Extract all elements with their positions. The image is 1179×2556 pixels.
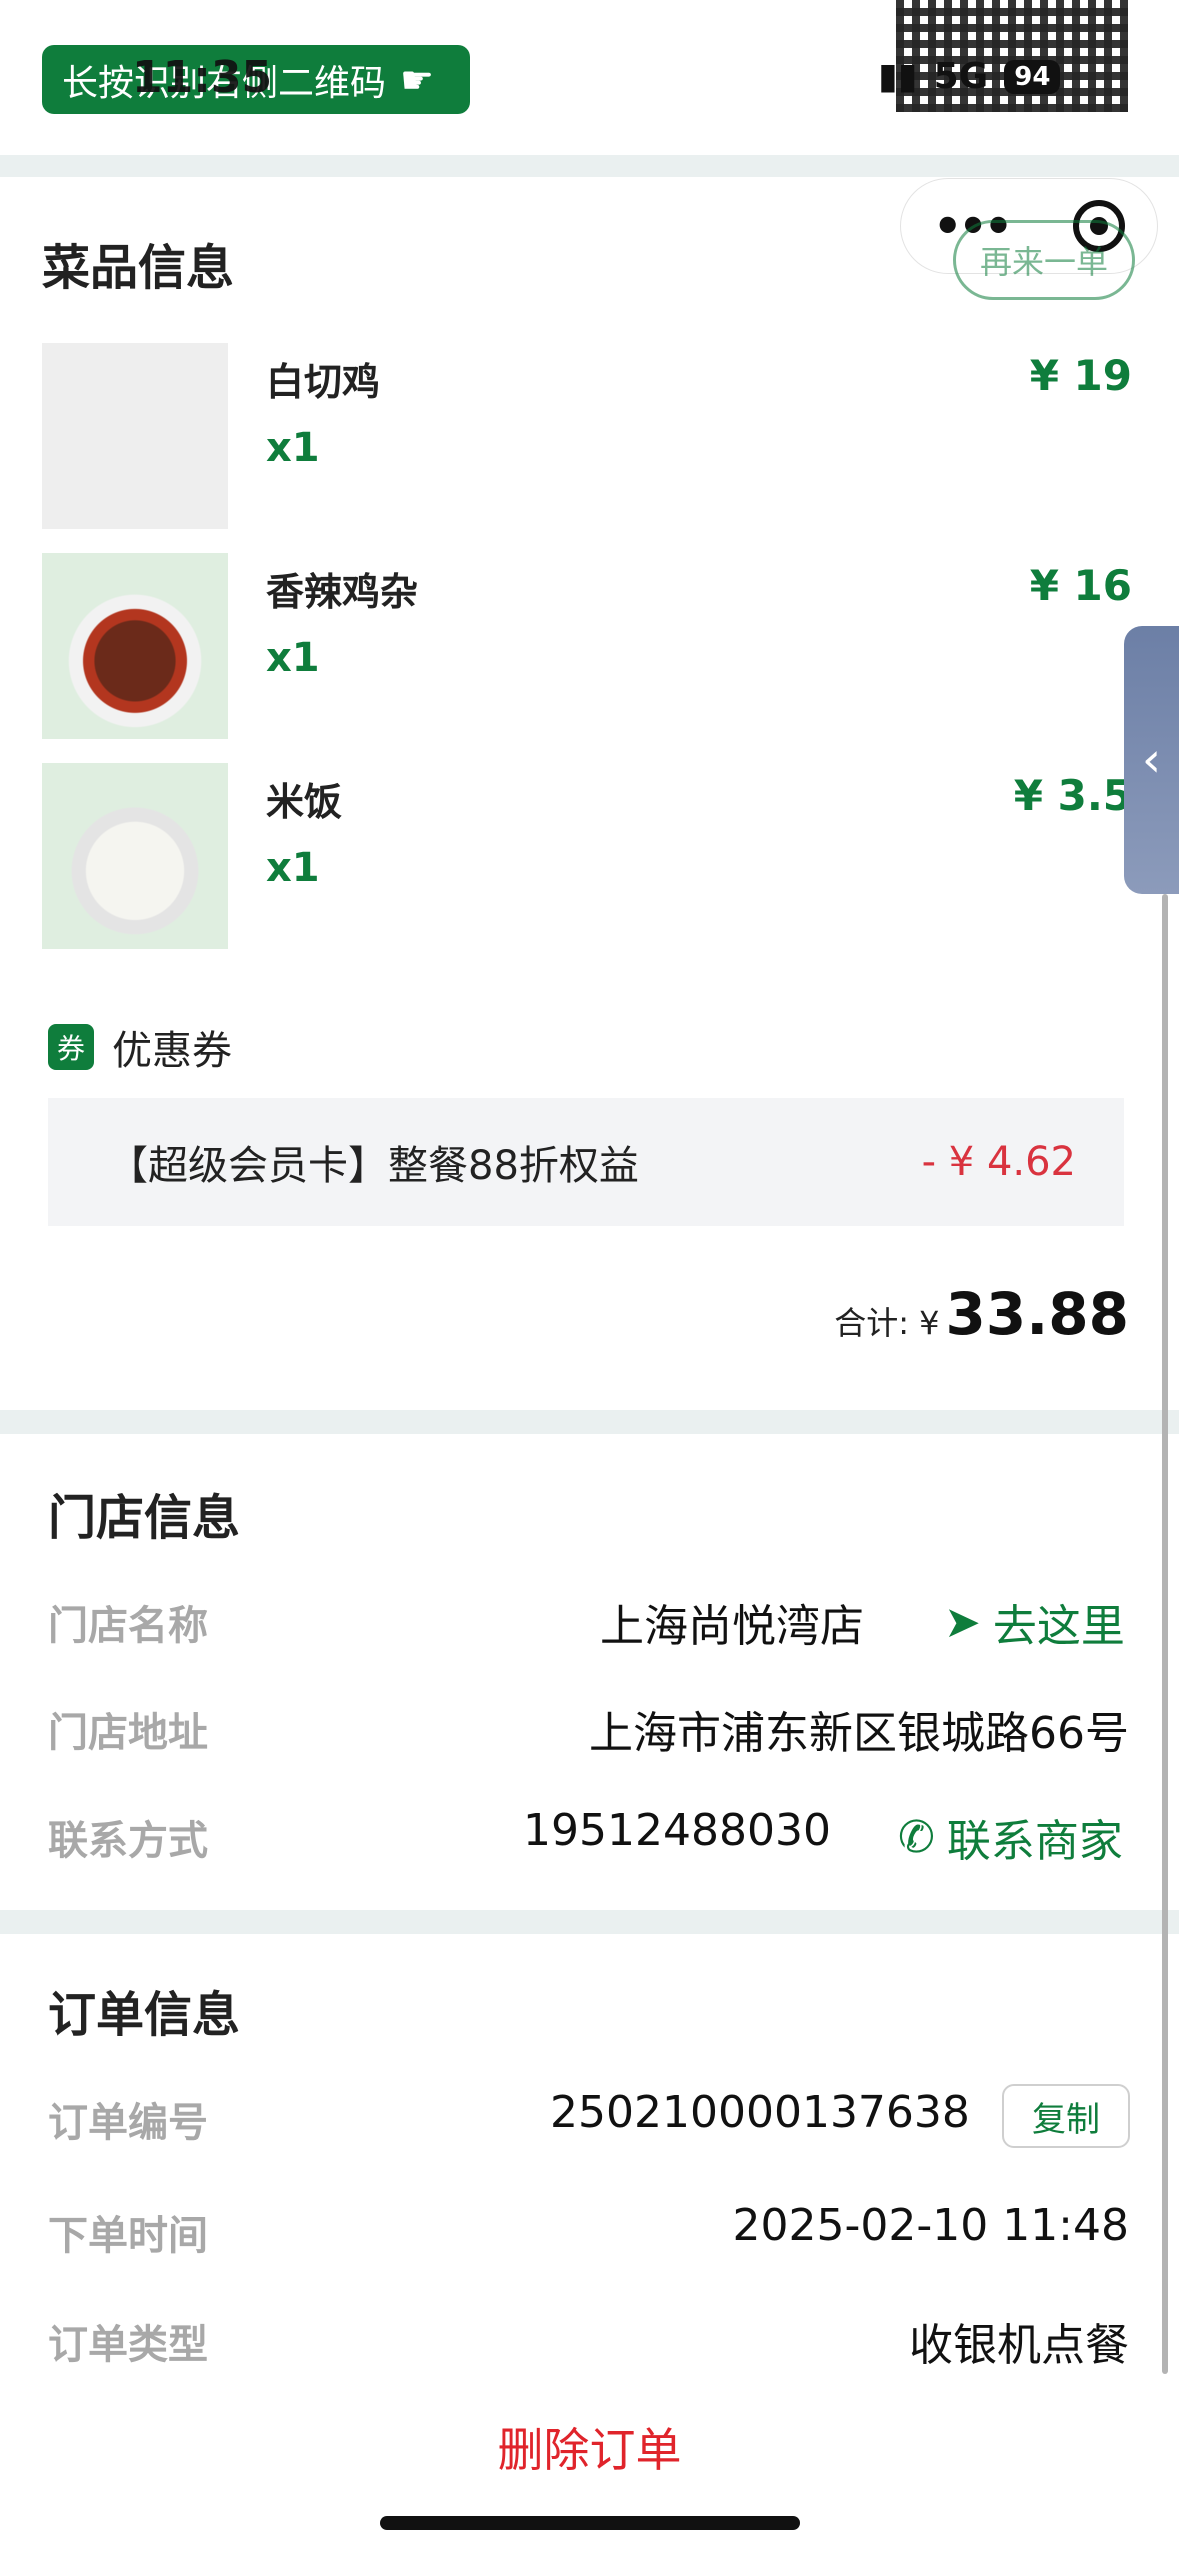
dish-item: 白切鸡 x1 ¥ 19 bbox=[42, 343, 1132, 529]
coupon-name: 【超级会员卡】整餐88折权益 bbox=[108, 1143, 639, 1189]
store-name: 上海尚悦湾店 bbox=[600, 1601, 864, 1652]
order-type-label: 订单类型 bbox=[48, 2322, 208, 2368]
status-time: 11:35 bbox=[132, 52, 273, 103]
order-time: 2025-02-10 11:48 bbox=[732, 2200, 1130, 2251]
top-header: 长按识别右侧二维码 ☛ 11:35 ▮▮ 5G 94 bbox=[0, 0, 1179, 155]
dish-price: ¥ 16 bbox=[1029, 561, 1132, 610]
store-title: 门店信息 bbox=[48, 1490, 241, 1546]
home-indicator bbox=[380, 2516, 800, 2530]
order-number-label: 订单编号 bbox=[48, 2100, 208, 2146]
delete-order-button[interactable]: 删除订单 bbox=[0, 2414, 1179, 2480]
dish-qty: x1 bbox=[266, 845, 320, 891]
navigation-arrow-icon: ➤ bbox=[944, 1596, 981, 1648]
dishes-title: 菜品信息 bbox=[42, 240, 235, 296]
section-divider bbox=[0, 155, 1179, 177]
total-value: 33.88 bbox=[945, 1280, 1129, 1348]
scrollbar[interactable] bbox=[1162, 894, 1168, 2374]
order-time-label: 下单时间 bbox=[48, 2213, 208, 2259]
battery-icon: 94 bbox=[1004, 59, 1061, 94]
store-name-label: 门店名称 bbox=[48, 1603, 208, 1649]
navigate-link[interactable]: ➤ 去这里 bbox=[944, 1590, 1125, 1654]
order-number: 250210000137638 bbox=[550, 2087, 970, 2138]
coupon-title: 优惠券 bbox=[112, 1028, 232, 1074]
coupon-icon: 券 bbox=[48, 1024, 94, 1070]
order-total: 合计: ¥ 33.88 bbox=[834, 1280, 1129, 1348]
store-address: 上海市浦东新区银城路66号 bbox=[589, 1708, 1129, 1759]
dish-price: ¥ 3.5 bbox=[1013, 771, 1132, 820]
contact-merchant-label: 联系商家 bbox=[946, 1816, 1123, 1867]
copy-button[interactable]: 复制 bbox=[1002, 2084, 1130, 2148]
status-indicators: ▮▮ 5G 94 bbox=[878, 56, 1061, 97]
section-divider bbox=[0, 1410, 1179, 1434]
phone-icon: ✆ bbox=[898, 1811, 935, 1863]
contact-label: 联系方式 bbox=[48, 1818, 208, 1864]
chevron-left-icon: ‹ bbox=[1141, 732, 1162, 788]
total-label: 合计: ¥ bbox=[834, 1304, 940, 1342]
dish-name: 白切鸡 bbox=[266, 360, 381, 404]
reorder-button[interactable]: 再来一单 bbox=[953, 220, 1135, 300]
coupon-discount: - ¥ 4.62 bbox=[921, 1139, 1076, 1185]
order-title: 订单信息 bbox=[48, 1987, 241, 2043]
coupon-row: 【超级会员卡】整餐88折权益 - ¥ 4.62 bbox=[48, 1098, 1124, 1226]
coupon-header: 券 优惠券 bbox=[48, 1018, 232, 1076]
network-label: 5G bbox=[933, 56, 989, 97]
pointing-hand-icon: ☛ bbox=[400, 57, 435, 102]
navigate-label: 去这里 bbox=[992, 1601, 1125, 1652]
order-type: 收银机点餐 bbox=[909, 2320, 1129, 2371]
dish-image bbox=[42, 763, 228, 949]
section-divider bbox=[0, 1910, 1179, 1934]
signal-icon: ▮▮ bbox=[878, 56, 918, 97]
dish-name: 香辣鸡杂 bbox=[266, 570, 419, 614]
dish-qty: x1 bbox=[266, 425, 320, 471]
dish-qty: x1 bbox=[266, 635, 320, 681]
contact-merchant-link[interactable]: ✆ 联系商家 bbox=[898, 1805, 1123, 1869]
dish-price: ¥ 19 bbox=[1029, 351, 1132, 400]
dish-item: 香辣鸡杂 x1 ¥ 16 bbox=[42, 553, 1132, 739]
dish-image bbox=[42, 343, 228, 529]
store-address-label: 门店地址 bbox=[48, 1710, 208, 1756]
store-phone: 19512488030 bbox=[523, 1805, 831, 1856]
dish-image bbox=[42, 553, 228, 739]
side-drawer-tab[interactable]: ‹ bbox=[1124, 626, 1179, 894]
dish-name: 米饭 bbox=[266, 780, 343, 824]
dish-item: 米饭 x1 ¥ 3.5 bbox=[42, 763, 1132, 949]
